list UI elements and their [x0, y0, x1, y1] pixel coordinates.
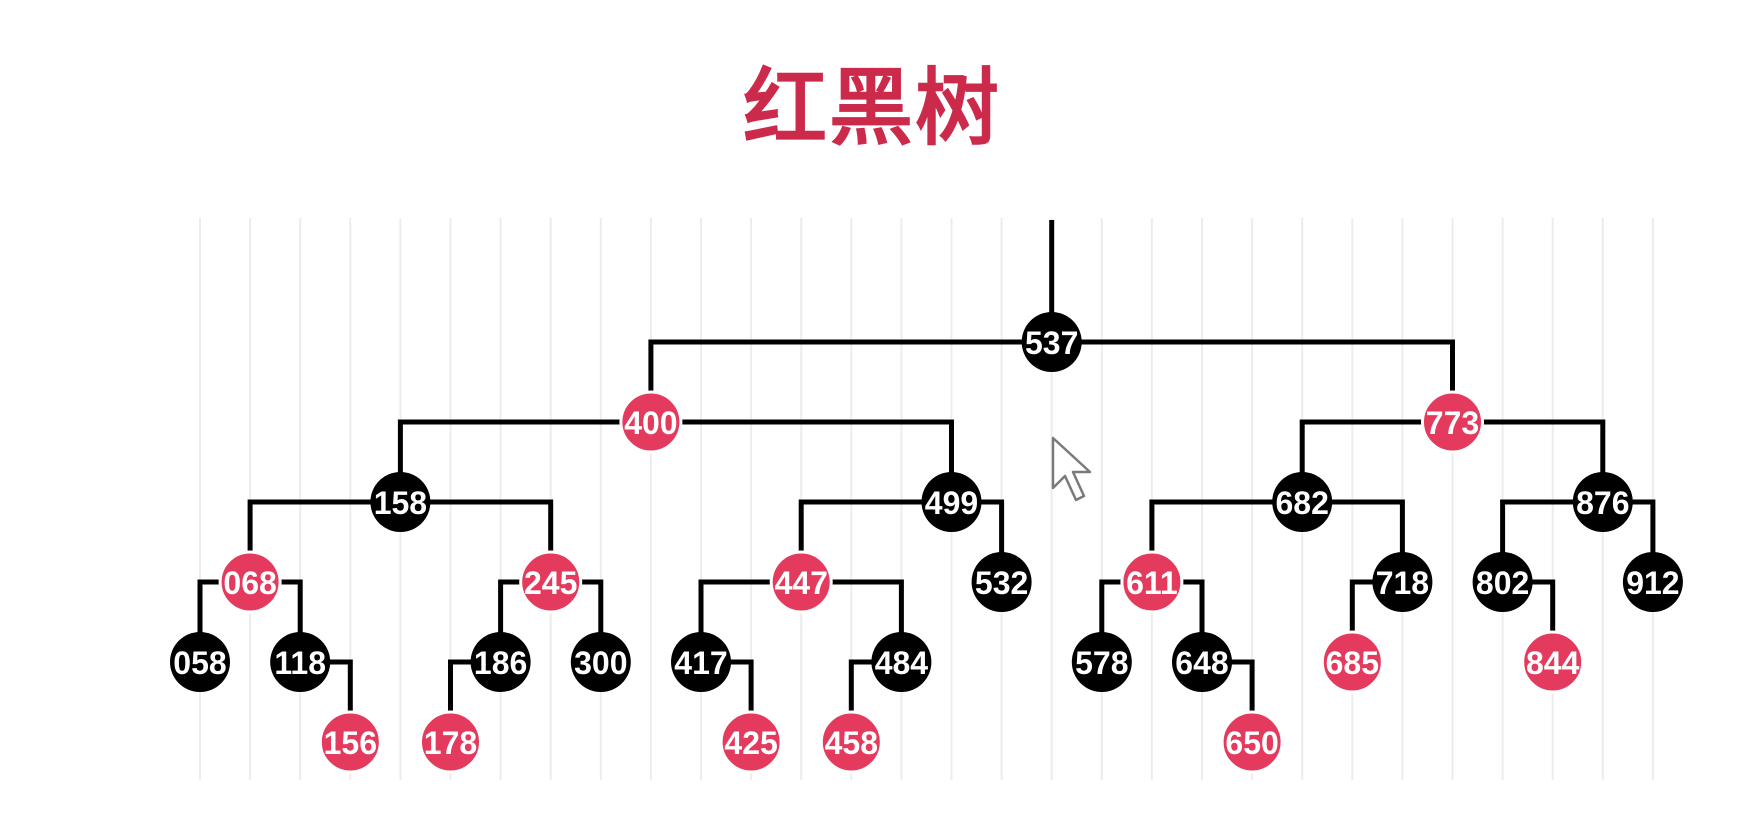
node-label: 499 — [925, 485, 978, 521]
tree-node-red: 156 — [318, 710, 382, 774]
node-label: 245 — [524, 565, 577, 601]
tree-node-black: 682 — [1272, 472, 1333, 532]
tree-node-black: 912 — [1622, 552, 1683, 612]
tree-node-black: 417 — [671, 632, 731, 692]
node-label: 648 — [1175, 645, 1228, 681]
node-label: 186 — [474, 645, 527, 681]
tree-node-black: 499 — [921, 472, 982, 532]
node-label: 718 — [1376, 565, 1429, 601]
tree-node-red: 685 — [1320, 630, 1384, 694]
node-label: 685 — [1326, 645, 1379, 681]
tree-node-red: 447 — [769, 550, 833, 614]
tree-node-black: 532 — [971, 552, 1032, 612]
tree-node-black: 718 — [1372, 552, 1433, 612]
tree-node-red: 178 — [419, 710, 482, 774]
node-label: 068 — [223, 565, 276, 601]
tree-node-black: 158 — [370, 472, 431, 532]
node-label: 611 — [1126, 565, 1178, 601]
node-label: 650 — [1225, 725, 1278, 761]
red-black-tree-diagram: 058 068 118 156 158 178 186 245 300 400 417 425 447 4… — [170, 218, 1683, 780]
mouse-pointer-icon — [1051, 436, 1092, 502]
node-label: 118 — [274, 645, 326, 681]
tree-node-black: 300 — [570, 632, 631, 692]
tree-node-red: 068 — [218, 550, 282, 614]
tree-node-black: 537 — [1021, 312, 1082, 372]
tree-node-red: 611 — [1120, 550, 1184, 614]
node-label: 400 — [624, 405, 677, 441]
node-label: 458 — [825, 725, 878, 761]
tree-node-red: 773 — [1421, 390, 1484, 454]
node-label: 178 — [424, 725, 477, 761]
node-label: 417 — [674, 645, 727, 681]
tree-nodes: 058 068 118 156 158 178 186 245 300 400 417 425 447 4… — [170, 312, 1683, 774]
node-label: 158 — [374, 485, 427, 521]
tree-node-black: 118 — [270, 632, 331, 692]
tree-node-black: 578 — [1071, 632, 1132, 692]
node-label: 156 — [324, 725, 377, 761]
tree-node-black: 058 — [170, 632, 230, 692]
node-label: 912 — [1626, 565, 1679, 601]
node-label: 876 — [1576, 485, 1629, 521]
node-label: 425 — [724, 725, 777, 761]
node-label: 773 — [1426, 405, 1479, 441]
tree-node-red: 844 — [1521, 630, 1585, 694]
node-label: 802 — [1476, 565, 1529, 601]
node-label: 447 — [775, 565, 828, 601]
node-label: 484 — [875, 645, 929, 681]
node-label: 682 — [1276, 485, 1329, 521]
tree-edge — [397, 419, 651, 502]
node-label: 537 — [1025, 325, 1078, 361]
tree-node-black: 876 — [1572, 472, 1633, 532]
node-label: 300 — [574, 645, 627, 681]
node-label: 532 — [975, 565, 1028, 601]
tree-node-black: 802 — [1472, 552, 1533, 612]
tree-node-red: 425 — [719, 710, 783, 774]
tree-node-red: 245 — [519, 550, 583, 614]
tree-node-black: 484 — [871, 632, 932, 692]
node-label: 578 — [1075, 645, 1128, 681]
tree-node-black: 186 — [470, 632, 531, 692]
tree-node-red: 650 — [1220, 710, 1284, 774]
node-label: 844 — [1526, 645, 1580, 681]
tree-node-red: 458 — [819, 710, 883, 774]
tree-node-black: 648 — [1172, 632, 1232, 692]
tree-node-red: 400 — [619, 390, 683, 454]
node-label: 058 — [173, 645, 226, 681]
